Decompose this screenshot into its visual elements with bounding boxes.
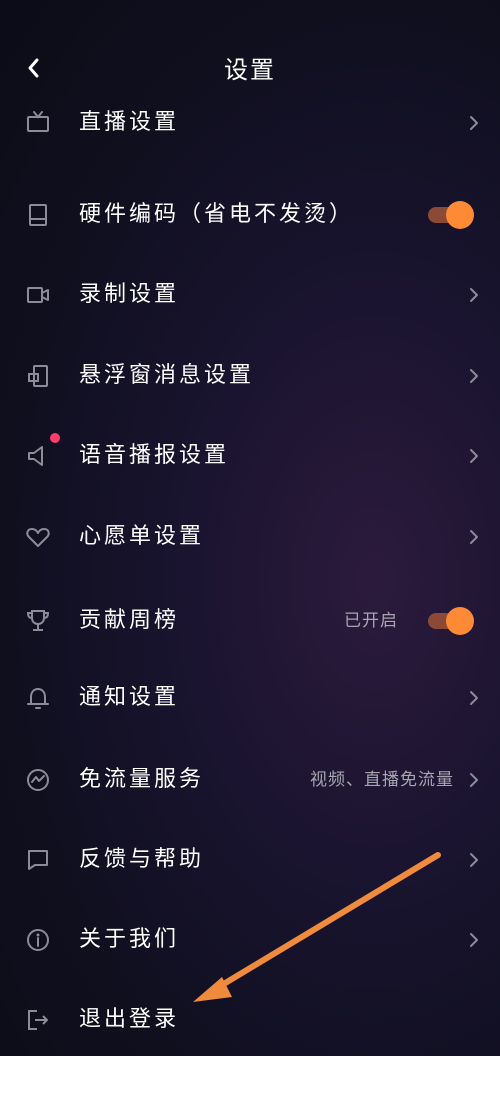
setting-recording-label: 录制设置	[79, 282, 180, 307]
setting-notification[interactable]: 通知设置	[0, 668, 500, 728]
setting-live[interactable]: 直播设置	[0, 93, 500, 153]
tablet-icon	[22, 199, 54, 231]
setting-floating-window-label: 悬浮窗消息设置	[79, 363, 255, 388]
chevron-right-icon	[466, 525, 482, 549]
toggle-knob	[446, 607, 474, 635]
chevron-right-icon	[466, 111, 482, 135]
setting-notification-label: 通知设置	[79, 685, 180, 710]
bell-icon	[22, 682, 54, 714]
trophy-icon	[22, 605, 54, 637]
logout-button[interactable]: 退出登录	[0, 990, 500, 1050]
setting-data-free[interactable]: 免流量服务 视频、直播免流量	[0, 750, 500, 810]
setting-hardware-encoding-label: 硬件编码（省电不发烫）	[79, 202, 355, 227]
logout-label: 退出登录	[79, 1007, 180, 1032]
setting-about[interactable]: 关于我们	[0, 910, 500, 970]
chevron-right-icon	[466, 848, 482, 872]
setting-about-label: 关于我们	[79, 927, 180, 952]
header: 设置	[0, 40, 500, 100]
setting-weekly-contribution-label: 贡献周榜	[79, 608, 180, 633]
logout-icon	[22, 1004, 54, 1036]
setting-weekly-contribution: 贡献周榜 已开启	[0, 591, 500, 651]
setting-floating-window[interactable]: 悬浮窗消息设置	[0, 346, 500, 406]
toggle-knob	[446, 201, 474, 229]
weekly-contribution-status: 已开启	[344, 611, 398, 631]
chevron-right-icon	[466, 283, 482, 307]
setting-feedback-label: 反馈与帮助	[79, 847, 205, 872]
back-button[interactable]	[14, 52, 54, 88]
tv-icon	[22, 107, 54, 139]
heart-icon	[22, 521, 54, 553]
chevron-left-icon	[25, 57, 43, 83]
setting-data-free-label: 免流量服务	[79, 767, 205, 792]
setting-voice-broadcast-label: 语音播报设置	[79, 443, 230, 468]
data-saver-icon	[22, 764, 54, 796]
setting-recording[interactable]: 录制设置	[0, 265, 500, 325]
chevron-right-icon	[466, 768, 482, 792]
setting-voice-broadcast[interactable]: 语音播报设置	[0, 426, 500, 486]
chevron-right-icon	[466, 928, 482, 952]
hardware-encoding-toggle[interactable]	[428, 201, 474, 229]
setting-wishlist-label: 心愿单设置	[79, 524, 205, 549]
speaker-icon	[22, 440, 54, 472]
chat-icon	[22, 844, 54, 876]
weekly-contribution-toggle[interactable]	[428, 607, 474, 635]
chevron-right-icon	[466, 444, 482, 468]
chevron-right-icon	[466, 364, 482, 388]
info-icon	[22, 924, 54, 956]
floating-window-icon	[22, 360, 54, 392]
setting-wishlist[interactable]: 心愿单设置	[0, 507, 500, 567]
setting-hardware-encoding: 硬件编码（省电不发烫）	[0, 185, 500, 245]
setting-feedback[interactable]: 反馈与帮助	[0, 830, 500, 890]
video-camera-icon	[22, 279, 54, 311]
notification-dot	[50, 433, 60, 443]
setting-live-label: 直播设置	[79, 110, 180, 135]
chevron-right-icon	[466, 686, 482, 710]
settings-screen: 设置 直播设置 硬件编码（省电不发烫） 录制设置 悬浮窗消息设置 语音播报设置 …	[0, 0, 500, 1056]
page-title: 设置	[224, 56, 276, 84]
data-free-description: 视频、直播免流量	[310, 770, 454, 790]
